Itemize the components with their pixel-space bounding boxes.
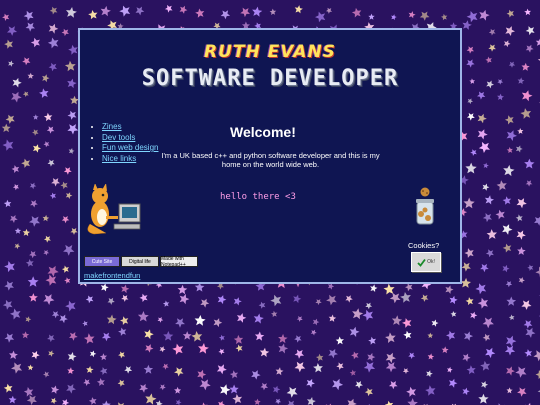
nav-link-fun-web-design[interactable]: Fun web design (102, 143, 158, 152)
nav-link-dev-tools[interactable]: Dev tools (102, 133, 135, 142)
makefrontendfun-link[interactable]: makefrontendfun (84, 271, 140, 280)
content-panel: RUTH EVANS SOFTWARE DEVELOPER Zines Dev … (78, 28, 462, 284)
cookie-accept-button[interactable]: Ok! (411, 252, 441, 272)
cookies-prompt: Cookies? (408, 241, 440, 250)
cookie-accept-label: Ok! (427, 259, 435, 265)
welcome-heading: Welcome! (230, 124, 296, 140)
intro-text: I'm a UK based c++ and python software d… (161, 151, 380, 169)
badge-digital-life[interactable]: Digital life (121, 256, 159, 267)
nav-item-zines: Zines (102, 122, 164, 133)
nav-item-fun-web-design: Fun web design (102, 143, 164, 154)
site-owner-name: RUTH EVANS (204, 42, 336, 62)
nav-item-dev-tools: Dev tools (102, 133, 164, 144)
nav-list: Zines Dev tools Fun web design Nice link… (84, 122, 164, 164)
badge-notepad[interactable]: Made with Notepad++ (160, 256, 198, 268)
fox-at-computer-icon (87, 184, 141, 235)
cookie-jar-icon (416, 187, 434, 225)
nav-link-nice-links[interactable]: Nice links (102, 154, 136, 163)
checkmark-icon (417, 258, 426, 267)
greeting-text: hello there <3 (220, 192, 296, 202)
site-title: SOFTWARE DEVELOPER (141, 66, 399, 91)
nav-link-zines[interactable]: Zines (102, 122, 122, 131)
badge-cute-site[interactable]: Cute Site (84, 256, 120, 267)
nav-item-nice-links: Nice links (102, 154, 164, 165)
badge-row: Cute Site Digital life Made with Notepad… (84, 256, 198, 268)
